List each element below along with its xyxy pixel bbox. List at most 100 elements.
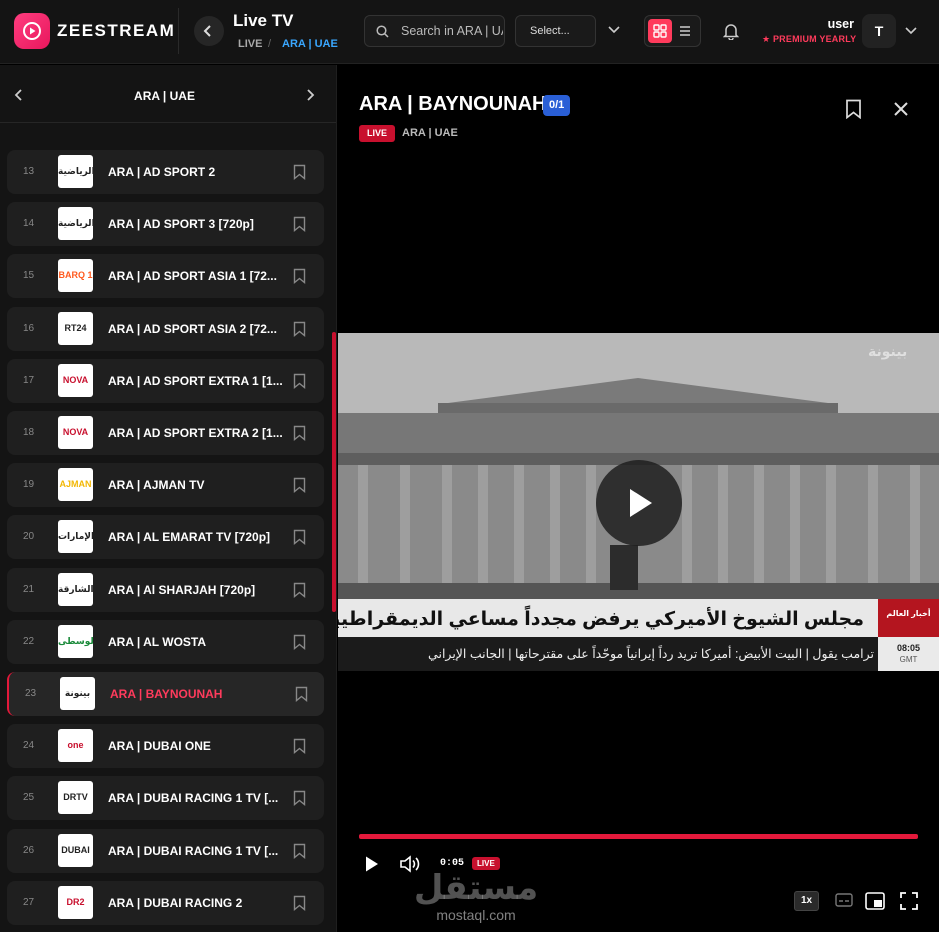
channel-item[interactable]: 17 NOVA ARA | AD SPORT EXTRA 1 [1...: [7, 358, 324, 403]
news-headline: مجلس الشيوخ الأميركي يرفض مجدداً مساعي ا…: [338, 609, 864, 630]
channel-number: 23: [25, 688, 37, 699]
channel-item[interactable]: 23 بينونة ARA | BAYNOUNAH: [7, 672, 324, 716]
breadcrumb-category[interactable]: ARA | UAE: [282, 38, 338, 50]
play-overlay-button[interactable]: [596, 460, 682, 546]
captions-icon[interactable]: [835, 893, 853, 907]
channel-name: ARA | AD SPORT ASIA 2 [72...: [108, 321, 277, 336]
channel-logo-text: AJMAN: [59, 479, 92, 490]
channel-item[interactable]: 14 الرياضية ARA | AD SPORT 3 [720p]: [7, 202, 324, 247]
channel-item[interactable]: 27 DR2 ARA | DUBAI RACING 2: [7, 880, 324, 925]
progress-bar[interactable]: [359, 834, 918, 839]
bookmark-icon[interactable]: [293, 477, 306, 494]
list-view-icon[interactable]: [677, 24, 693, 38]
bookmark-icon[interactable]: [293, 582, 306, 598]
video-frame[interactable]: بينونة مجلس الشيوخ الأميركي يرفض مجدداً …: [338, 333, 939, 671]
category-select[interactable]: Select...: [515, 15, 596, 47]
brand-name[interactable]: ZEESTREAM: [57, 21, 175, 41]
channel-logo: الإمارات: [58, 520, 93, 554]
bookmark-icon[interactable]: [293, 738, 306, 755]
channel-logo-text: الشارقة: [58, 583, 93, 594]
avatar[interactable]: T: [862, 14, 896, 48]
chevron-left-icon: [203, 25, 211, 37]
channel-number: 18: [23, 427, 35, 438]
chevron-right-icon[interactable]: [305, 88, 315, 102]
channel-logo: NOVA: [58, 416, 93, 449]
channel-logo: DRTV: [58, 781, 93, 815]
bookmark-icon[interactable]: [293, 268, 306, 285]
channel-category: ARA | UAE: [402, 127, 458, 139]
watermark-arabic: مستقل: [413, 869, 539, 907]
bookmark-icon[interactable]: [845, 99, 862, 119]
channel-item[interactable]: 21 الشارقة ARA | Al SHARJAH [720p]: [7, 567, 324, 612]
bookmark-icon[interactable]: [293, 634, 306, 650]
news-channel-name: أخبار العالم: [886, 609, 931, 618]
channel-number: 22: [23, 635, 35, 647]
channel-item[interactable]: 26 DUBAI ARA | DUBAI RACING 1 TV [...: [7, 828, 324, 873]
channel-logo: NOVA: [58, 363, 93, 397]
brand-logo-icon[interactable]: [14, 13, 50, 49]
channel-item[interactable]: 24 one ARA | DUBAI ONE: [7, 724, 324, 769]
channel-number: 24: [23, 740, 35, 752]
bookmark-icon[interactable]: [293, 164, 306, 180]
breadcrumb-live[interactable]: LIVE: [238, 38, 262, 50]
channel-number: 21: [23, 583, 35, 595]
channel-logo: AJMAN: [58, 468, 93, 502]
channel-name: ARA | AL EMARAT TV [720p]: [108, 530, 271, 545]
bookmark-icon[interactable]: [295, 686, 308, 702]
broadcast-clock: 08:05 GMT: [878, 637, 939, 671]
channel-name: ARA | AD SPORT EXTRA 1 [1...: [108, 373, 283, 388]
playback-speed-button[interactable]: 1x: [794, 891, 819, 911]
search-box[interactable]: [364, 15, 505, 47]
channel-item[interactable]: 15 BARQ 1 ARA | AD SPORT ASIA 1 [72...: [7, 254, 324, 299]
app-header: ZEESTREAM Live TV LIVE / ARA | UAE Selec…: [0, 0, 939, 64]
channel-name: ARA | AD SPORT 2: [108, 165, 216, 179]
channel-item[interactable]: 18 NOVA ARA | AD SPORT EXTRA 2 [1...: [7, 411, 324, 455]
bookmark-icon[interactable]: [293, 790, 306, 807]
bookmark-icon[interactable]: [293, 216, 306, 233]
bookmark-icon[interactable]: [293, 529, 306, 546]
grid-view-button[interactable]: [648, 19, 672, 43]
stream-count-badge: 0/1: [543, 95, 571, 116]
ticker-text: ترامب يقول | البيت الأبيض: أميركا تريد ر…: [428, 647, 874, 661]
fullscreen-icon[interactable]: [899, 891, 919, 911]
bookmark-icon[interactable]: [293, 843, 306, 859]
user-plan-badge: ★ PREMIUM YEARLY: [762, 34, 857, 44]
channel-number: 20: [23, 531, 35, 543]
search-input[interactable]: [395, 16, 503, 46]
user-name[interactable]: user: [828, 17, 854, 31]
picture-in-picture-icon[interactable]: [865, 892, 885, 910]
channel-item[interactable]: 25 DRTV ARA | DUBAI RACING 1 TV [...: [7, 776, 324, 821]
view-toggle: [644, 15, 701, 47]
channel-number: 27: [23, 896, 35, 908]
channel-logo: الشارقة: [58, 572, 93, 606]
play-icon[interactable]: [364, 855, 380, 873]
back-button[interactable]: [194, 16, 224, 46]
channel-name: ARA | AD SPORT ASIA 1 [72...: [108, 269, 277, 284]
bookmark-icon[interactable]: [293, 321, 306, 337]
channel-name: ARA | DUBAI RACING 1 TV [...: [108, 843, 279, 858]
channel-item[interactable]: 22 الوسطى ARA | AL WOSTA: [7, 619, 324, 664]
channel-number: 19: [23, 479, 35, 491]
channel-number: 16: [23, 322, 35, 334]
channel-logo-text: الإمارات: [58, 531, 93, 542]
bookmark-icon[interactable]: [293, 895, 306, 911]
channel-item[interactable]: 19 AJMAN ARA | AJMAN TV: [7, 463, 324, 508]
bookmark-icon[interactable]: [293, 425, 306, 441]
chevron-down-icon[interactable]: [905, 27, 917, 35]
channel-item[interactable]: 20 الإمارات ARA | AL EMARAT TV [720p]: [7, 515, 324, 560]
channel-logo-text: DRTV: [63, 792, 88, 803]
channel-logo-text: NOVA: [62, 374, 89, 385]
channel-sidebar: ARA | UAE 13 الرياضية ARA | AD SPORT 2 14 ال…: [0, 65, 337, 932]
bell-icon[interactable]: [723, 22, 739, 40]
close-icon[interactable]: [893, 101, 909, 117]
channel-item[interactable]: 16 RT24 ARA | AD SPORT ASIA 2 [72...: [7, 306, 324, 351]
channel-item[interactable]: 13 الرياضية ARA | AD SPORT 2: [7, 150, 324, 194]
news-channel-logo: أخبار العالم: [878, 599, 939, 637]
player-panel: ARA | BAYNOUNAH 0/1 LIVE ARA | UAE بينون…: [338, 65, 939, 932]
channel-name: ARA | BAYNOUNAH: [110, 687, 223, 701]
chevron-down-icon[interactable]: [608, 26, 620, 34]
bookmark-icon[interactable]: [293, 373, 306, 389]
channel-logo-text: الرياضية: [58, 166, 93, 176]
news-ticker: ترامب يقول | البيت الأبيض: أميركا تريد ر…: [338, 637, 878, 671]
scrollbar-thumb[interactable]: [332, 332, 336, 612]
